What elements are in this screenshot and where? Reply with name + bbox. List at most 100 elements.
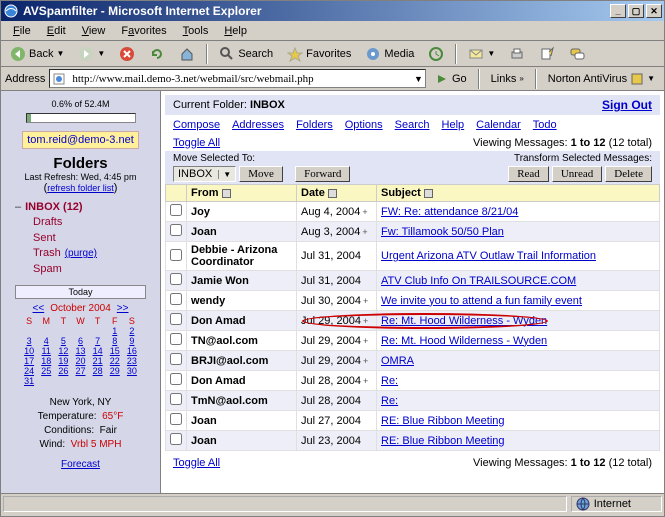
- cal-day[interactable]: 26: [55, 366, 72, 376]
- cal-day[interactable]: 18: [38, 356, 55, 366]
- cal-day[interactable]: 4: [38, 336, 55, 346]
- menu-edit[interactable]: Edit: [39, 23, 74, 39]
- stop-button[interactable]: [114, 43, 140, 65]
- cal-day[interactable]: 24: [21, 366, 38, 376]
- folder-trash[interactable]: Trash(purge): [15, 246, 156, 261]
- norton-button[interactable]: Norton AntiVirus▼: [543, 69, 660, 89]
- row-checkbox[interactable]: [170, 413, 182, 425]
- row-checkbox[interactable]: [170, 393, 182, 405]
- cal-day[interactable]: 7: [89, 336, 106, 346]
- row-subject[interactable]: RE: Blue Ribbon Meeting: [381, 415, 505, 427]
- cmd-calendar[interactable]: Calendar: [476, 119, 521, 131]
- row-subject[interactable]: FW: Re: attendance 8/21/04: [381, 206, 518, 218]
- media-button[interactable]: Media: [360, 43, 419, 65]
- row-checkbox[interactable]: [170, 373, 182, 385]
- cal-day[interactable]: 9: [123, 336, 140, 346]
- cmd-options[interactable]: Options: [345, 119, 383, 131]
- cal-day[interactable]: 17: [21, 356, 38, 366]
- minimize-button[interactable]: _: [610, 4, 626, 18]
- row-checkbox[interactable]: [170, 224, 182, 236]
- folder-sent[interactable]: Sent: [15, 231, 156, 246]
- go-button[interactable]: Go: [430, 69, 472, 89]
- cal-day[interactable]: 6: [72, 336, 89, 346]
- cal-day[interactable]: 3: [21, 336, 38, 346]
- row-subject[interactable]: RE: Blue Ribbon Meeting: [381, 435, 505, 447]
- toggle-all-bottom[interactable]: Toggle All: [173, 457, 220, 469]
- cal-day[interactable]: 30: [123, 366, 140, 376]
- cmd-addresses[interactable]: Addresses: [232, 119, 284, 131]
- cal-next[interactable]: >>: [117, 303, 129, 314]
- folder-drafts[interactable]: Drafts: [15, 215, 156, 230]
- delete-button[interactable]: Delete: [605, 166, 652, 182]
- menu-file[interactable]: File: [5, 23, 39, 39]
- row-subject[interactable]: Re: Mt. Hood Wilderness - Wyden: [381, 335, 547, 347]
- row-checkbox[interactable]: [170, 353, 182, 365]
- close-button[interactable]: ✕: [646, 4, 662, 18]
- edit-button[interactable]: [534, 43, 560, 65]
- row-checkbox[interactable]: [170, 433, 182, 445]
- row-checkbox[interactable]: [170, 249, 182, 261]
- maximize-button[interactable]: ▢: [628, 4, 644, 18]
- row-checkbox[interactable]: [170, 333, 182, 345]
- row-subject[interactable]: We invite you to attend a fun family eve…: [381, 295, 582, 307]
- forecast-link[interactable]: Forecast: [61, 459, 100, 470]
- favorites-button[interactable]: Favorites: [282, 43, 356, 65]
- search-button[interactable]: Search: [214, 43, 278, 65]
- row-checkbox[interactable]: [170, 313, 182, 325]
- cal-day[interactable]: 16: [123, 346, 140, 356]
- cal-day[interactable]: 10: [21, 346, 38, 356]
- cal-day[interactable]: 29: [106, 366, 123, 376]
- move-target-select[interactable]: INBOX▼: [173, 166, 236, 182]
- address-dropdown-icon[interactable]: ▼: [414, 74, 423, 84]
- cal-day[interactable]: 1: [106, 326, 123, 336]
- home-button[interactable]: [174, 43, 200, 65]
- cal-day[interactable]: 19: [55, 356, 72, 366]
- row-checkbox[interactable]: [170, 293, 182, 305]
- forward-button[interactable]: ▼: [73, 43, 110, 65]
- cmd-compose[interactable]: Compose: [173, 119, 220, 131]
- row-subject[interactable]: Re:: [381, 375, 398, 387]
- folder-spam[interactable]: Spam: [15, 262, 156, 277]
- row-subject[interactable]: Re:: [381, 395, 398, 407]
- menu-tools[interactable]: Tools: [175, 23, 217, 39]
- toggle-all-top[interactable]: Toggle All: [173, 137, 220, 149]
- cal-day[interactable]: 15: [106, 346, 123, 356]
- mail-button[interactable]: ▼: [463, 43, 500, 65]
- print-button[interactable]: [504, 43, 530, 65]
- sort-subject-icon[interactable]: [424, 189, 433, 198]
- row-subject[interactable]: Re: Mt. Hood Wilderness - Wyden: [381, 315, 547, 327]
- address-input[interactable]: [70, 72, 410, 86]
- cal-day[interactable]: 11: [38, 346, 55, 356]
- folder-inbox[interactable]: –INBOX (12): [15, 200, 156, 215]
- cal-day[interactable]: 25: [38, 366, 55, 376]
- row-subject[interactable]: ATV Club Info On TRAILSOURCE.COM: [381, 275, 576, 287]
- refresh-button[interactable]: [144, 43, 170, 65]
- cmd-folders[interactable]: Folders: [296, 119, 333, 131]
- cmd-todo[interactable]: Todo: [533, 119, 557, 131]
- back-button[interactable]: Back▼: [5, 43, 69, 65]
- unread-button[interactable]: Unread: [552, 166, 602, 182]
- menu-favorites[interactable]: Favorites: [113, 23, 174, 39]
- cal-day[interactable]: 22: [106, 356, 123, 366]
- read-button[interactable]: Read: [508, 166, 549, 182]
- cal-day[interactable]: 28: [89, 366, 106, 376]
- row-subject[interactable]: Urgent Arizona ATV Outlaw Trail Informat…: [381, 250, 596, 262]
- cal-day[interactable]: 2: [123, 326, 140, 336]
- cal-day[interactable]: 8: [106, 336, 123, 346]
- cal-prev[interactable]: <<: [33, 303, 45, 314]
- cal-day[interactable]: 27: [72, 366, 89, 376]
- menu-view[interactable]: View: [74, 23, 114, 39]
- sign-out-link[interactable]: Sign Out: [602, 98, 652, 112]
- cal-day[interactable]: 12: [55, 346, 72, 356]
- cal-day[interactable]: 21: [89, 356, 106, 366]
- history-button[interactable]: [423, 43, 449, 65]
- forward-button[interactable]: Forward: [295, 166, 350, 182]
- cal-day[interactable]: 5: [55, 336, 72, 346]
- sort-date-icon[interactable]: [328, 189, 337, 198]
- cal-day[interactable]: 31: [21, 376, 38, 386]
- row-checkbox[interactable]: [170, 204, 182, 216]
- cmd-help[interactable]: Help: [442, 119, 465, 131]
- cmd-search[interactable]: Search: [395, 119, 430, 131]
- cal-day[interactable]: 14: [89, 346, 106, 356]
- move-button[interactable]: Move: [239, 166, 283, 182]
